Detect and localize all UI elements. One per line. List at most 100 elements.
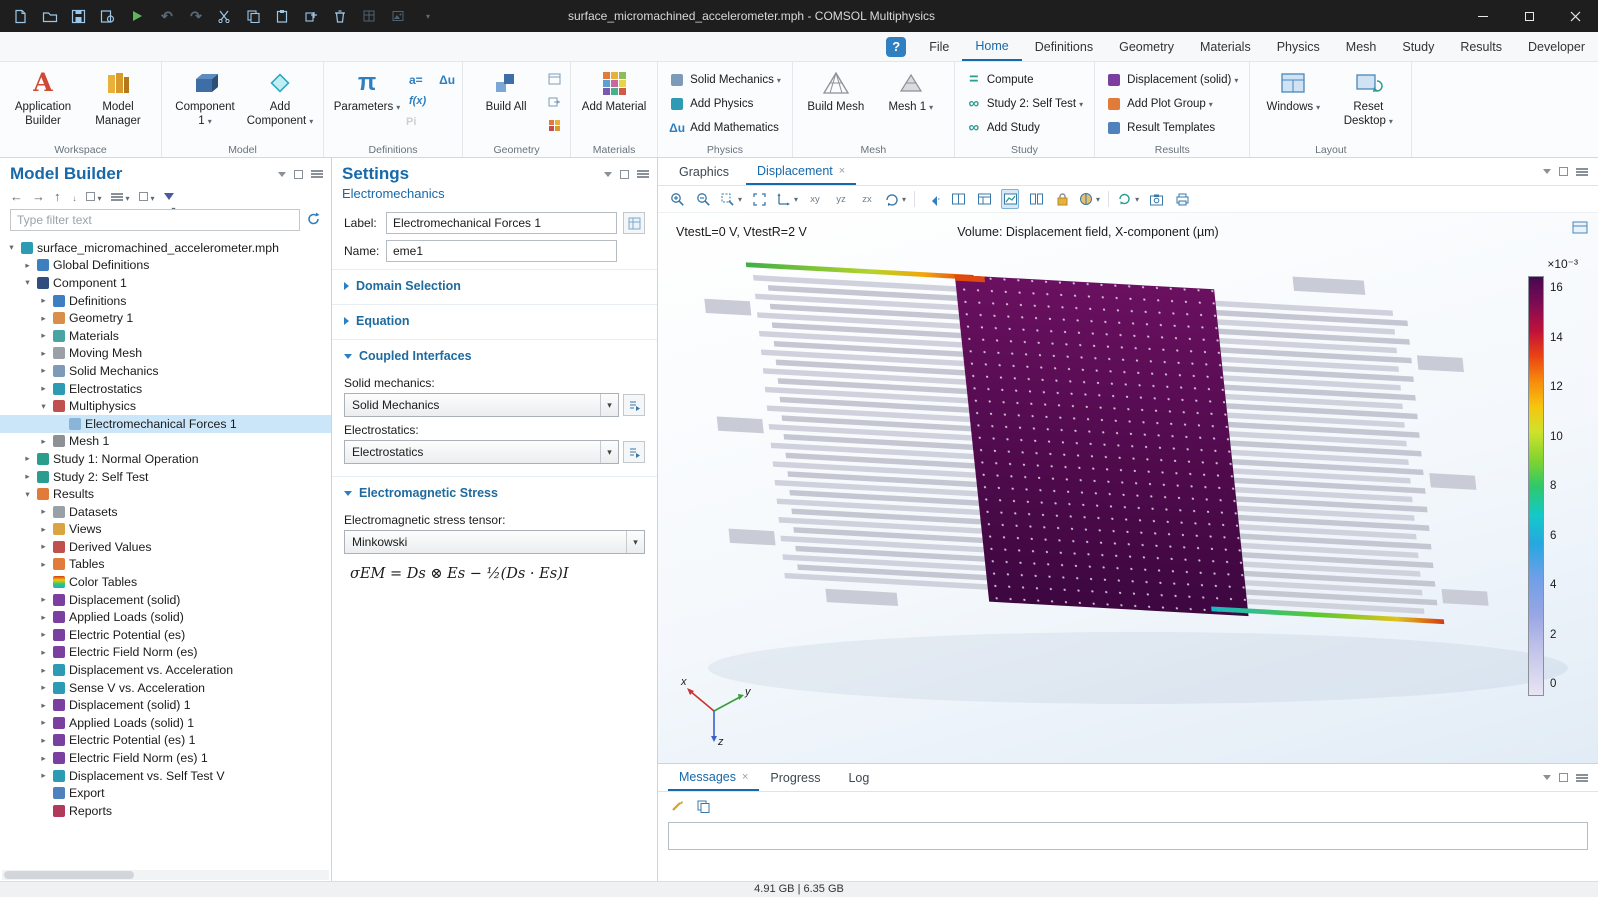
label-input[interactable] bbox=[386, 212, 617, 234]
physics-interface-picker[interactable]: Solid Mechanics bbox=[665, 69, 785, 90]
section-equation[interactable]: Equation bbox=[332, 304, 657, 335]
tree-expander-icon[interactable]: ▸ bbox=[22, 453, 33, 464]
help-button[interactable]: ? bbox=[886, 37, 906, 57]
zoom-extents-icon[interactable] bbox=[750, 189, 768, 209]
refresh-icon[interactable] bbox=[306, 211, 321, 229]
tree-expander-icon[interactable]: ▸ bbox=[38, 348, 49, 359]
tree-order-icon[interactable] bbox=[139, 189, 155, 204]
tree-item[interactable]: ▾ Multiphysics bbox=[0, 397, 331, 415]
parameters-button[interactable]: Parameters bbox=[331, 65, 403, 142]
run-icon[interactable] bbox=[128, 8, 145, 25]
panel-collapse-icon[interactable] bbox=[604, 172, 612, 177]
tree-item[interactable]: ▾ Component 1 bbox=[0, 274, 331, 292]
tree-item[interactable]: ▸ Electric Potential (es) 1 bbox=[0, 732, 331, 750]
functions-button[interactable] bbox=[406, 92, 426, 110]
panel-detach-icon[interactable] bbox=[1559, 167, 1568, 176]
update-plot-icon[interactable] bbox=[1117, 189, 1139, 209]
tree-item[interactable]: ▸ Applied Loads (solid) 1 bbox=[0, 714, 331, 732]
component-button[interactable]: Component 1 bbox=[169, 65, 241, 142]
tile-windows-icon[interactable] bbox=[949, 189, 967, 209]
tree-expander-icon[interactable]: ▸ bbox=[38, 541, 49, 552]
plot-group-picker[interactable]: Displacement (solid) bbox=[1102, 69, 1242, 90]
tree-item[interactable]: ▸ Electric Field Norm (es) 1 bbox=[0, 749, 331, 767]
zoom-box-icon[interactable] bbox=[720, 189, 742, 209]
tree-expander-icon[interactable]: ▸ bbox=[38, 313, 49, 324]
tree-columns-icon[interactable] bbox=[111, 189, 130, 204]
tab-close-icon[interactable]: × bbox=[839, 165, 845, 177]
tree-item[interactable]: ▸ Study 1: Normal Operation bbox=[0, 450, 331, 468]
copy-messages-icon[interactable] bbox=[694, 796, 712, 816]
scene-light-icon[interactable] bbox=[923, 189, 941, 209]
menu-tab[interactable]: Home bbox=[962, 32, 1021, 61]
tree-item[interactable]: ▸ Materials bbox=[0, 327, 331, 345]
tree-item[interactable]: ▸ Displacement vs. Self Test V bbox=[0, 767, 331, 785]
duplicate-icon[interactable] bbox=[302, 8, 319, 25]
panel-collapse-icon[interactable] bbox=[278, 172, 286, 177]
graphics-tab[interactable]: Displacement × bbox=[746, 158, 856, 185]
forward-icon[interactable] bbox=[32, 189, 45, 204]
delete-icon[interactable] bbox=[331, 8, 348, 25]
view-zx-icon[interactable] bbox=[858, 189, 876, 209]
tree-expander-icon[interactable]: ▾ bbox=[22, 277, 33, 288]
go-to-source-icon[interactable] bbox=[623, 441, 645, 463]
tree-item[interactable]: ▸ Definitions bbox=[0, 292, 331, 310]
tree-item[interactable]: ▸ Tables bbox=[0, 556, 331, 574]
menu-tab[interactable]: Physics bbox=[1264, 32, 1333, 61]
tree-expander-icon[interactable]: ▾ bbox=[38, 401, 49, 412]
open-icon[interactable] bbox=[41, 8, 58, 25]
tree-expander-icon[interactable]: ▸ bbox=[38, 717, 49, 728]
tree-item[interactable]: Color Tables bbox=[0, 573, 331, 591]
customize-toolbar-icon[interactable] bbox=[418, 8, 435, 25]
messages-output[interactable] bbox=[668, 822, 1588, 850]
side-by-side-icon[interactable] bbox=[1027, 189, 1045, 209]
filter-icon[interactable] bbox=[164, 193, 174, 200]
menu-tab[interactable]: Geometry bbox=[1106, 32, 1187, 61]
nonlocal-couplings-button[interactable] bbox=[436, 71, 455, 89]
tree-expander-icon[interactable]: ▸ bbox=[38, 383, 49, 394]
view-xy-icon[interactable] bbox=[806, 189, 824, 209]
section-domain-selection[interactable]: Domain Selection bbox=[332, 269, 657, 300]
add-physics-button[interactable]: Add Physics bbox=[665, 93, 785, 114]
lock-icon[interactable] bbox=[1053, 189, 1071, 209]
add-plot-group-button[interactable]: Add Plot Group bbox=[1102, 93, 1242, 114]
variables-button[interactable] bbox=[406, 71, 426, 89]
tree-expander-icon[interactable]: ▸ bbox=[38, 682, 49, 693]
tree-expander-icon[interactable]: ▾ bbox=[22, 489, 33, 500]
menu-tab[interactable]: Study bbox=[1389, 32, 1447, 61]
rotate-icon[interactable] bbox=[884, 189, 906, 209]
graphics-canvas[interactable]: VtestL=0 V, VtestR=2 V Volume: Displacem… bbox=[658, 213, 1598, 763]
tree-expander-icon[interactable]: ▸ bbox=[38, 506, 49, 517]
move-up-icon[interactable] bbox=[54, 189, 61, 204]
panel-collapse-icon[interactable] bbox=[1543, 169, 1551, 174]
add-material-button[interactable]: Add Material bbox=[578, 65, 650, 142]
cut-icon[interactable] bbox=[215, 8, 232, 25]
scrollbar-thumb[interactable] bbox=[4, 871, 134, 879]
save-icon[interactable] bbox=[70, 8, 87, 25]
tree-expander-icon[interactable]: ▸ bbox=[38, 770, 49, 781]
clear-messages-icon[interactable] bbox=[668, 796, 686, 816]
tree-item[interactable]: ▸ Derived Values bbox=[0, 538, 331, 556]
tree-expander-icon[interactable]: ▸ bbox=[38, 647, 49, 658]
go-to-source-icon[interactable] bbox=[623, 394, 645, 416]
study2-picker[interactable]: Study 2: Self Test bbox=[962, 93, 1087, 114]
menu-tab[interactable]: Mesh bbox=[1333, 32, 1390, 61]
panel-menu-icon[interactable] bbox=[1576, 774, 1588, 782]
panel-menu-icon[interactable] bbox=[637, 170, 649, 178]
tree-item[interactable]: Electromechanical Forces 1 bbox=[0, 415, 331, 433]
tree-item[interactable]: ▸ Datasets bbox=[0, 503, 331, 521]
result-templates-button[interactable]: Result Templates bbox=[1102, 117, 1242, 138]
zoom-out-icon[interactable] bbox=[694, 189, 712, 209]
tree-item[interactable]: ▸ Moving Mesh bbox=[0, 345, 331, 363]
stress-tensor-select[interactable]: Minkowski bbox=[344, 530, 645, 554]
undo-icon[interactable] bbox=[157, 8, 174, 25]
tree-item[interactable]: ▸ Study 2: Self Test bbox=[0, 468, 331, 486]
export-geometry-icon[interactable] bbox=[545, 92, 563, 112]
tree-expander-icon[interactable]: ▸ bbox=[38, 629, 49, 640]
insert-sequence-icon[interactable] bbox=[545, 69, 563, 89]
tab-close-icon[interactable]: × bbox=[742, 771, 748, 783]
tree-item[interactable]: Export bbox=[0, 784, 331, 802]
menu-tab[interactable]: File bbox=[916, 32, 962, 61]
build-mesh-button[interactable]: Build Mesh bbox=[800, 65, 872, 142]
tree-expander-icon[interactable]: ▸ bbox=[38, 330, 49, 341]
view-yz-icon[interactable] bbox=[832, 189, 850, 209]
